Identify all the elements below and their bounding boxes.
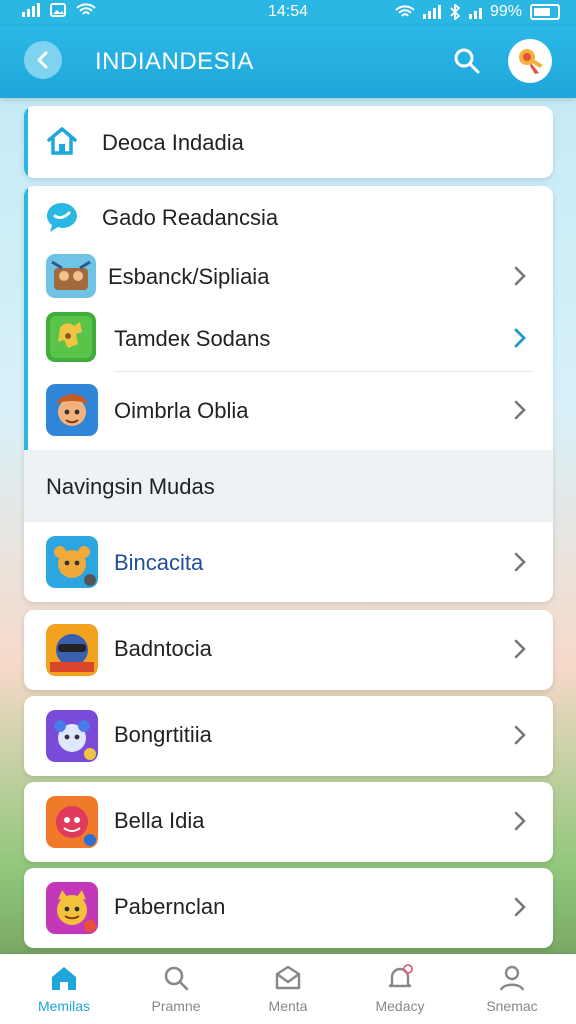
list-card[interactable]: Pabernclan: [24, 868, 553, 948]
list-item-label: Oimbrla Oblia: [114, 398, 249, 423]
home-icon: [47, 127, 77, 155]
battery-percent: 99%: [489, 3, 522, 20]
chevron-right-icon: [514, 266, 526, 286]
list-item[interactable]: Gado Readancsia: [24, 186, 553, 248]
bluetooth-icon: [450, 4, 461, 20]
nav-item-mail[interactable]: Menta: [238, 954, 338, 1024]
game-app-icon: [46, 882, 98, 934]
list-item-label: Pabernclan: [114, 894, 226, 919]
list-item[interactable]: Bincacita: [24, 526, 553, 598]
mail-icon: [275, 965, 301, 990]
ribbon-icon: [519, 49, 543, 74]
chevron-right-icon: [514, 328, 526, 348]
bottom-nav: Memilas Pramne Menta Medacy Snemac: [0, 954, 576, 1024]
list-item-label: Tamdeк Sodans: [114, 326, 271, 351]
list-item-label: Gado Readancsia: [102, 205, 279, 230]
list-item-label: Esbanck/Sipliaia: [108, 264, 270, 289]
divider: [114, 371, 532, 372]
search-icon[interactable]: [452, 46, 482, 76]
nav-label: Snemac: [486, 998, 538, 1014]
list-item[interactable]: Oimbrla Oblia: [24, 376, 553, 442]
list-item[interactable]: Pabernclan: [24, 868, 553, 948]
list-item[interactable]: Esbanck/Sipliaia: [24, 248, 553, 304]
nav-item-home[interactable]: Memilas: [14, 954, 114, 1024]
signal-icon: [422, 5, 441, 19]
bell-icon: [388, 964, 413, 988]
list-item-label: Badntocia: [114, 636, 212, 661]
chevron-right-icon: [514, 552, 526, 572]
list-item[interactable]: Bongrtitiia: [24, 696, 553, 776]
list-item[interactable]: Bella Idia: [24, 782, 553, 862]
top-card: Deoca Indadia: [24, 106, 553, 178]
game-app-icon: [46, 312, 96, 362]
wifi-icon: [395, 5, 415, 17]
nav-item-profile[interactable]: Snemac: [462, 954, 562, 1024]
nav-label: Menta: [268, 998, 308, 1014]
chevron-right-icon: [514, 639, 526, 659]
chevron-right-icon: [514, 400, 526, 420]
nav-label: Pramne: [151, 998, 201, 1014]
game-app-icon: [46, 536, 98, 588]
game-app-icon: [46, 384, 98, 436]
status-bar: 14:54 99%: [0, 0, 576, 26]
list-item-label: Deoca Indadia: [102, 130, 244, 155]
list-item-label: Bincacita: [114, 550, 204, 575]
list-card[interactable]: Bongrtitiia: [24, 696, 553, 776]
user-icon: [499, 965, 525, 991]
list-card[interactable]: Bella Idia: [24, 782, 553, 862]
avatar[interactable]: [508, 39, 552, 83]
back-button[interactable]: [24, 41, 62, 79]
list-item-label: Bella Idia: [114, 808, 205, 833]
list-item[interactable]: Badntocia: [24, 610, 553, 690]
game-app-icon: [46, 796, 98, 848]
home-icon: [52, 967, 76, 990]
list-item[interactable]: Deoca Indadia: [24, 106, 553, 178]
nav-item-search[interactable]: Pramne: [126, 954, 226, 1024]
signal-icon: [468, 5, 482, 19]
game-app-icon: [46, 710, 98, 762]
app-header: INDIANDESIA: [0, 26, 576, 98]
chat-bubble-icon: [47, 203, 77, 232]
chevron-right-icon: [514, 725, 526, 745]
chevron-right-icon: [514, 897, 526, 917]
list-card[interactable]: Badntocia: [24, 610, 553, 690]
chevron-right-icon: [514, 811, 526, 831]
game-app-icon: [46, 254, 96, 298]
nav-item-notifications[interactable]: Medacy: [350, 954, 450, 1024]
main-list-card: Gado Readancsia Esbanck/Sipliaia Tamdeк …: [24, 186, 553, 602]
battery-icon: [530, 4, 560, 20]
nav-label: Medacy: [375, 998, 425, 1014]
list-item[interactable]: Tamdeк Sodans: [24, 306, 553, 370]
list-item-label: Bongrtitiia: [114, 722, 212, 747]
page-title: INDIANDESIA: [95, 48, 254, 75]
section-title: Navingsin Mudas: [46, 474, 215, 499]
game-app-icon: [46, 624, 98, 676]
search-icon: [164, 966, 189, 991]
section-header: Navingsin Mudas: [24, 450, 553, 522]
chevron-left-icon: [37, 51, 48, 69]
nav-label: Memilas: [37, 998, 91, 1014]
